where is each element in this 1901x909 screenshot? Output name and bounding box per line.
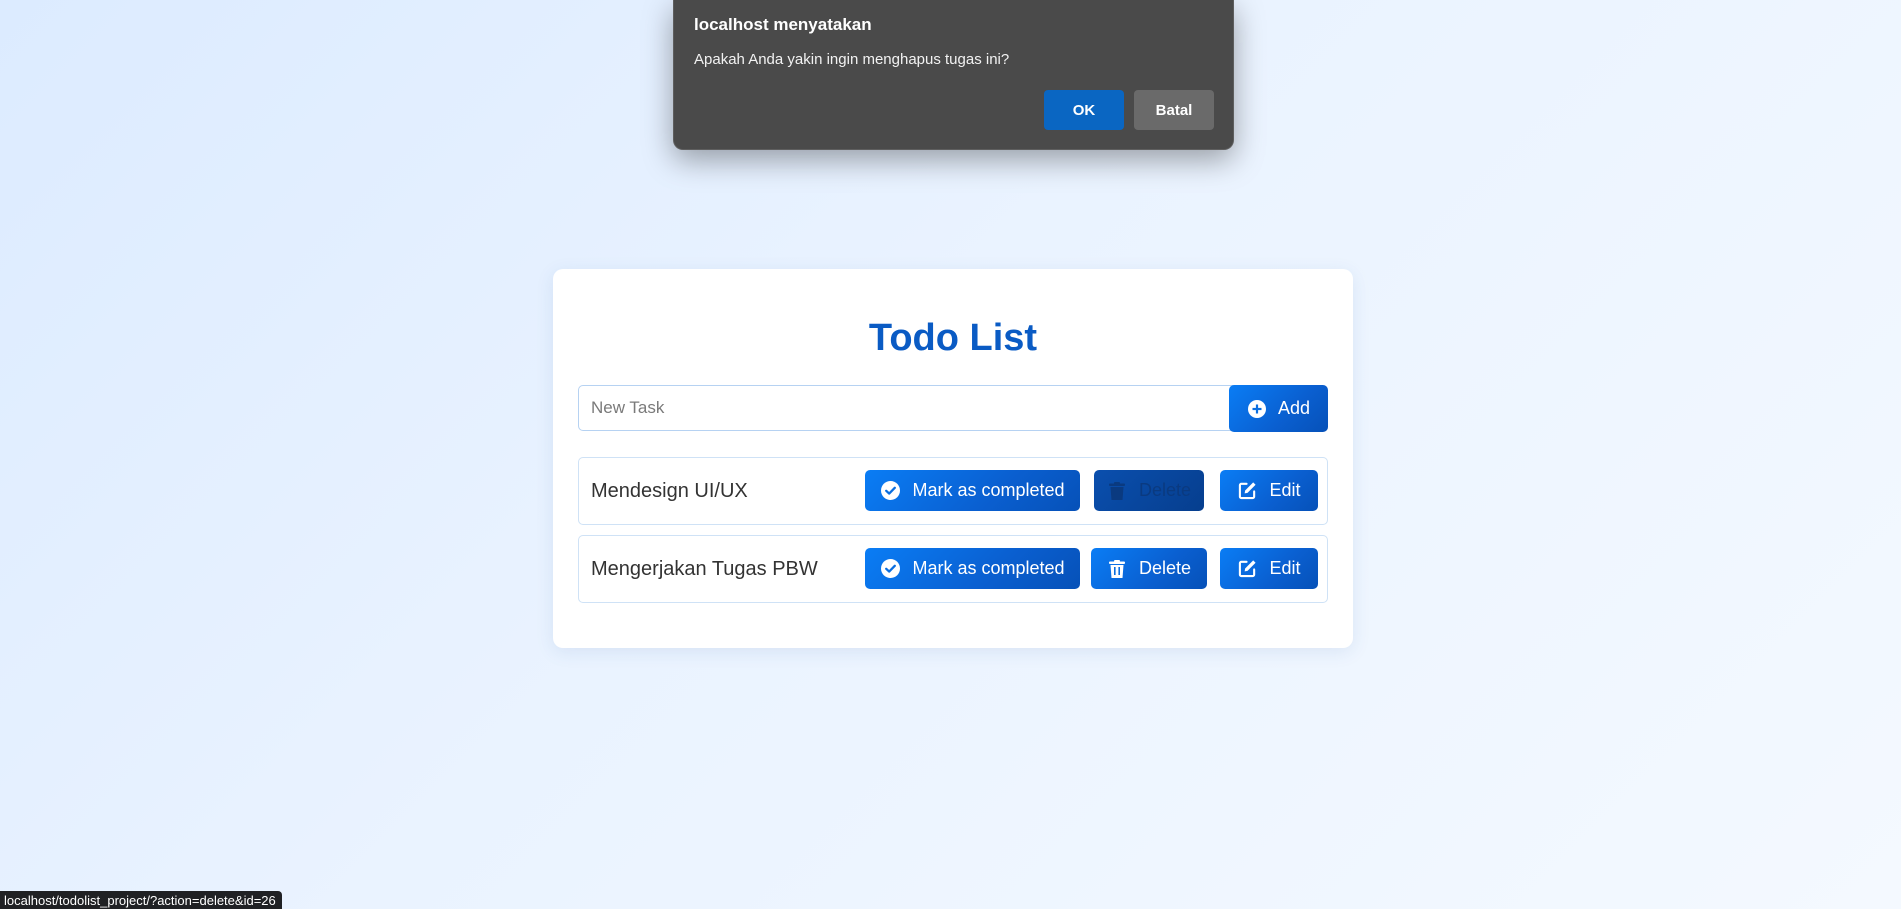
mark-completed-button[interactable]: Mark as completed [865,470,1080,511]
edit-button-label: Edit [1269,480,1301,500]
page-title: Todo List [868,317,1038,359]
check-circle-icon [880,559,900,579]
add-task-button[interactable]: Add [1229,385,1328,432]
add-button-label: Add [1277,398,1311,418]
trash-icon [1107,481,1127,501]
ok-button[interactable]: OK [1044,90,1124,130]
task-row: Mendesign UI/UX Mark as completed Delete [578,457,1328,525]
delete-button-label: Delete [1138,558,1192,578]
edit-button-label: Edit [1269,558,1301,578]
mark-completed-label: Mark as completed [912,480,1065,500]
edit-button[interactable]: Edit [1220,470,1318,511]
check-circle-icon [880,481,900,501]
mark-completed-label: Mark as completed [912,558,1065,578]
mark-completed-button[interactable]: Mark as completed [865,548,1080,589]
edit-button[interactable]: Edit [1220,548,1318,589]
delete-button[interactable]: Delete [1094,470,1204,511]
edit-icon [1237,559,1257,579]
confirm-dialog: localhost menyatakan Apakah Anda yakin i… [673,0,1234,150]
delete-button-label: Delete [1138,480,1192,500]
new-task-input[interactable] [578,385,1242,431]
trash-icon [1107,559,1127,579]
cancel-button[interactable]: Batal [1134,90,1214,130]
dialog-message: Apakah Anda yakin ingin menghapus tugas … [694,51,1010,68]
delete-button[interactable]: Delete [1091,548,1207,589]
status-bar-url: localhost/todolist_project/?action=delet… [0,891,282,909]
todo-card: Todo List Add Mendesign UI/UX Mark as co… [553,269,1353,648]
dialog-title: localhost menyatakan [694,15,872,34]
task-text: Mendesign UI/UX [591,479,748,502]
task-text: Mengerjakan Tugas PBW [591,557,818,580]
plus-circle-icon [1247,399,1267,419]
edit-icon [1237,481,1257,501]
task-row: Mengerjakan Tugas PBW Mark as completed [578,535,1328,603]
